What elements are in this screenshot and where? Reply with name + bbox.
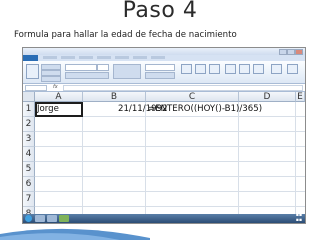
tab-home[interactable] (43, 56, 57, 59)
alignment-group[interactable] (113, 64, 141, 79)
tab-layout[interactable] (79, 56, 93, 59)
format-painter-button[interactable] (41, 76, 61, 82)
font-select[interactable] (65, 64, 97, 71)
number-format-select[interactable] (145, 64, 175, 71)
row-header-7[interactable]: 7 (23, 192, 35, 207)
cell-grid[interactable] (35, 102, 305, 222)
tab-view[interactable] (151, 56, 165, 59)
tab-formulas[interactable] (97, 56, 111, 59)
taskbar-app-icon[interactable] (47, 215, 57, 222)
row-header-1[interactable]: 1 (23, 102, 35, 117)
excel-window-screenshot: fx A B C D E 1 2 3 4 5 6 7 8 Jorge 21/11… (22, 47, 306, 224)
excel-taskbar-icon[interactable] (59, 215, 69, 222)
window-titlebar (23, 48, 305, 55)
row-header-4[interactable]: 4 (23, 147, 35, 162)
sort-filter-icon[interactable] (271, 64, 282, 74)
column-header-e[interactable]: E (296, 92, 305, 102)
formula-bar: fx (23, 84, 305, 92)
paste-icon[interactable] (26, 64, 39, 79)
column-header-b[interactable]: B (83, 92, 146, 102)
insert-cells-icon[interactable] (225, 64, 236, 74)
column-header-a[interactable]: A (35, 92, 83, 102)
row-header-3[interactable]: 3 (23, 132, 35, 147)
number-group[interactable] (145, 72, 175, 79)
format-cells-icon[interactable] (253, 64, 264, 74)
taskbar: ▪▪ ▪▪ (23, 213, 305, 223)
tab-insert[interactable] (61, 56, 75, 59)
font-format-group[interactable] (65, 72, 109, 79)
column-header-c[interactable]: C (146, 92, 239, 102)
slide-title: Paso 4 (122, 0, 198, 23)
taskbar-app-icon[interactable] (35, 215, 45, 222)
find-select-icon[interactable] (287, 64, 298, 74)
conditional-format-icon[interactable] (181, 64, 192, 74)
row-header-6[interactable]: 6 (23, 177, 35, 192)
delete-cells-icon[interactable] (239, 64, 250, 74)
row-header-5[interactable]: 5 (23, 162, 35, 177)
slide-subtitle: Formula para hallar la edad de fecha de … (14, 30, 237, 40)
tab-data[interactable] (115, 56, 129, 59)
formula-input[interactable] (63, 85, 303, 91)
font-size-select[interactable] (97, 64, 109, 71)
swoosh-shape (0, 228, 150, 240)
start-button-icon[interactable] (25, 215, 32, 222)
select-all-corner[interactable] (23, 92, 35, 102)
row-header-2[interactable]: 2 (23, 117, 35, 132)
swoosh-shape-light (0, 233, 120, 240)
cell-c1[interactable]: =ENTERO((HOY()-B1)/365) (148, 102, 262, 117)
column-header-d[interactable]: D (239, 92, 296, 102)
selected-cell-outline (35, 102, 83, 117)
fx-icon[interactable]: fx (53, 84, 58, 90)
format-table-icon[interactable] (195, 64, 206, 74)
ribbon (23, 61, 305, 84)
name-box[interactable] (25, 85, 47, 91)
cell-styles-icon[interactable] (209, 64, 220, 74)
clock-icon: ▪▪ ▪▪ (295, 213, 302, 223)
tab-review[interactable] (133, 56, 147, 59)
